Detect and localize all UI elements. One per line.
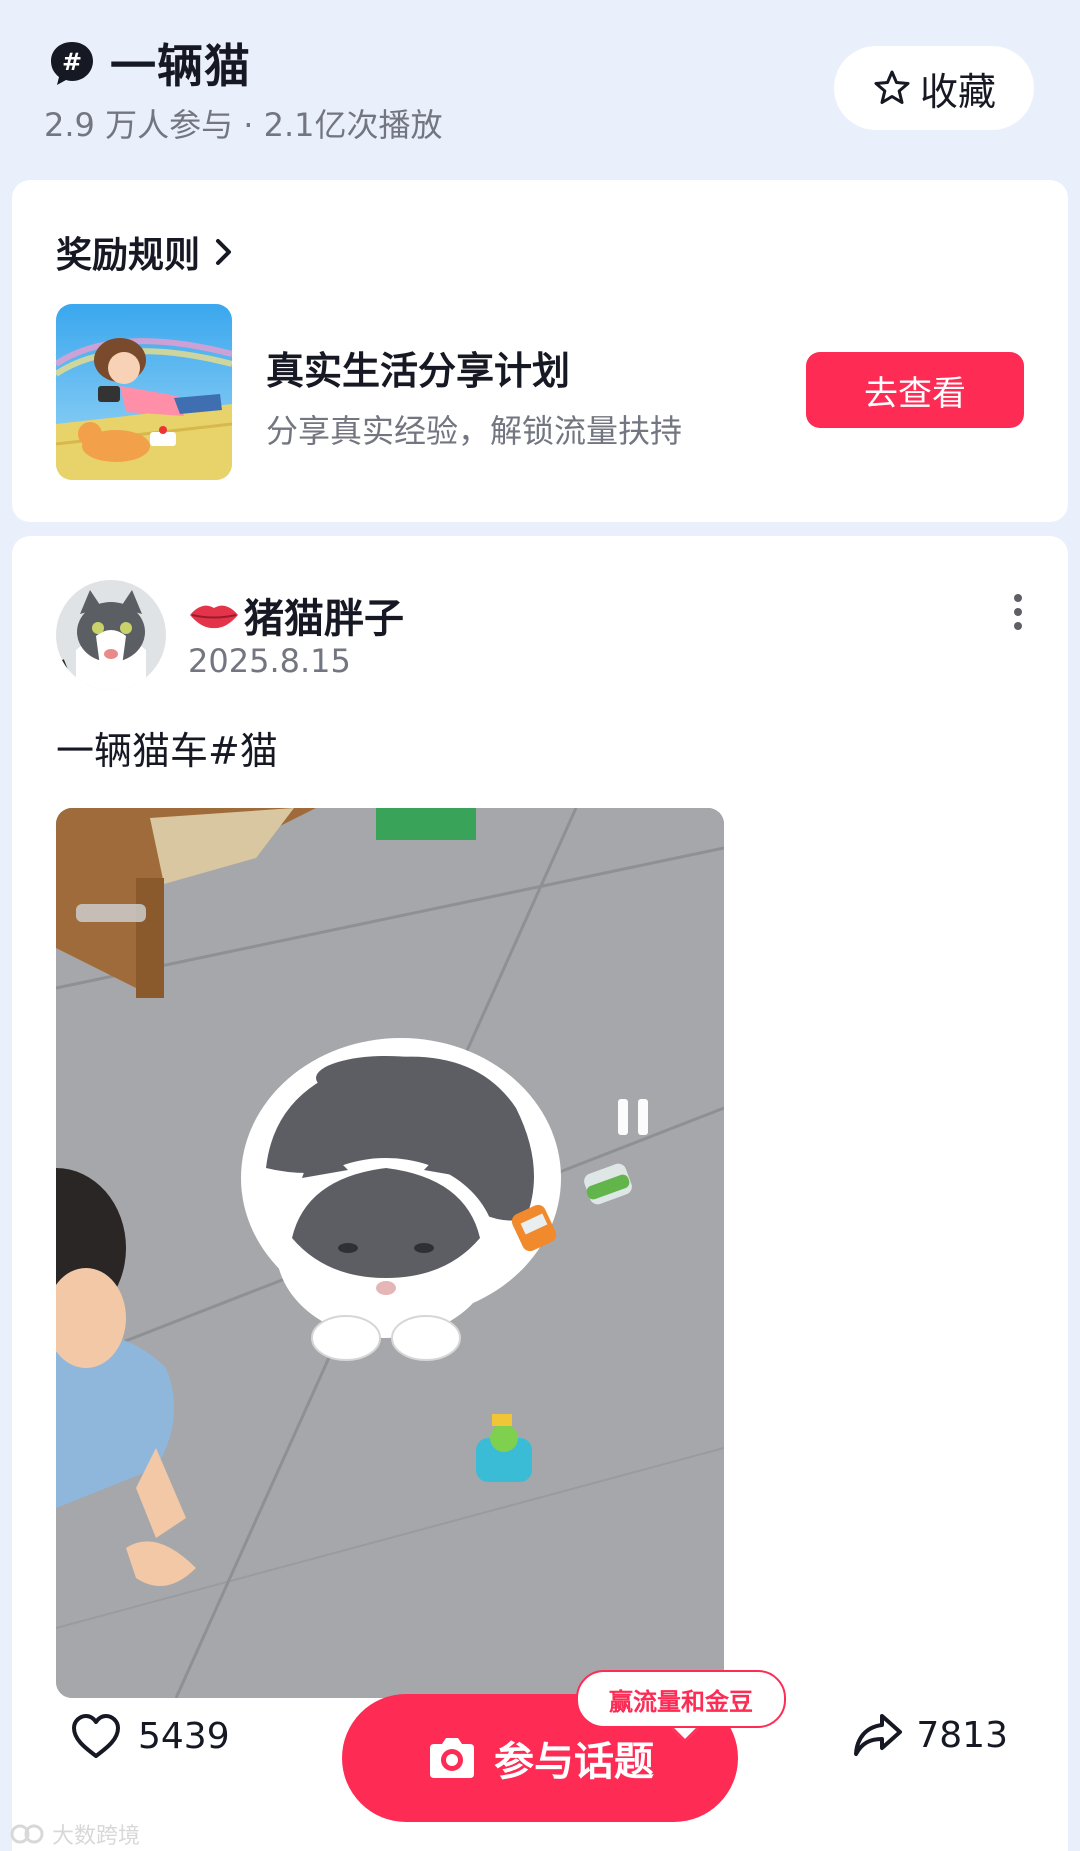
svg-text:#: #	[62, 48, 82, 76]
reward-card: 奖励规则 真实生活分享计划 分享真实经验，解锁流量扶持 去查看	[12, 180, 1068, 522]
watermark-text: 大数跨境	[52, 1824, 141, 1849]
pause-icon[interactable]	[614, 1095, 654, 1139]
post-card: 猪猫胖子 2025.8.15 一辆猫车#猫	[12, 536, 1068, 1851]
plan-subtitle: 分享真实经验，解锁流量扶持	[266, 412, 683, 450]
share-count: 7813	[916, 1714, 1008, 1756]
watermark: 大数跨境	[10, 1818, 140, 1850]
topic-title: # 一辆猫	[48, 30, 251, 96]
camera-icon	[430, 1738, 474, 1778]
post-caption: 一辆猫车#猫	[56, 729, 278, 773]
post-date: 2025.8.15	[188, 642, 351, 680]
heart-outline-icon	[72, 1714, 120, 1758]
avatar[interactable]	[56, 580, 166, 690]
favorite-button[interactable]: 收藏	[834, 46, 1034, 130]
reward-rules-label: 奖励规则	[56, 235, 201, 276]
join-topic-label: 参与话题	[494, 1739, 654, 1785]
reward-rules-link[interactable]: 奖励规则	[56, 226, 234, 278]
page-title: 一辆猫	[110, 39, 251, 93]
chevron-right-icon	[216, 239, 232, 265]
share-button[interactable]: 7813	[852, 1712, 1008, 1758]
plan-title: 真实生活分享计划	[266, 349, 571, 393]
plan-thumbnail[interactable]	[56, 304, 232, 480]
view-plan-button[interactable]: 去查看	[806, 352, 1024, 428]
lips-icon	[190, 605, 238, 629]
video-player[interactable]	[56, 808, 724, 1698]
author-label: 猪猫胖子	[244, 596, 404, 642]
favorite-label: 收藏	[919, 69, 996, 114]
like-button[interactable]: 5439	[70, 1712, 230, 1760]
share-arrow-icon	[854, 1714, 903, 1756]
hashtag-bubble-icon: #	[48, 39, 96, 87]
watermark-logo-icon	[10, 1824, 44, 1844]
promo-bubble: 赢流量和金豆	[576, 1670, 786, 1728]
topic-stats: 2.9 万人参与 · 2.1亿次播放	[44, 106, 443, 144]
like-count: 5439	[138, 1715, 230, 1757]
star-outline-icon	[874, 70, 910, 104]
more-options-icon[interactable]	[1006, 590, 1030, 636]
author-name[interactable]: 猪猫胖子	[188, 586, 404, 644]
